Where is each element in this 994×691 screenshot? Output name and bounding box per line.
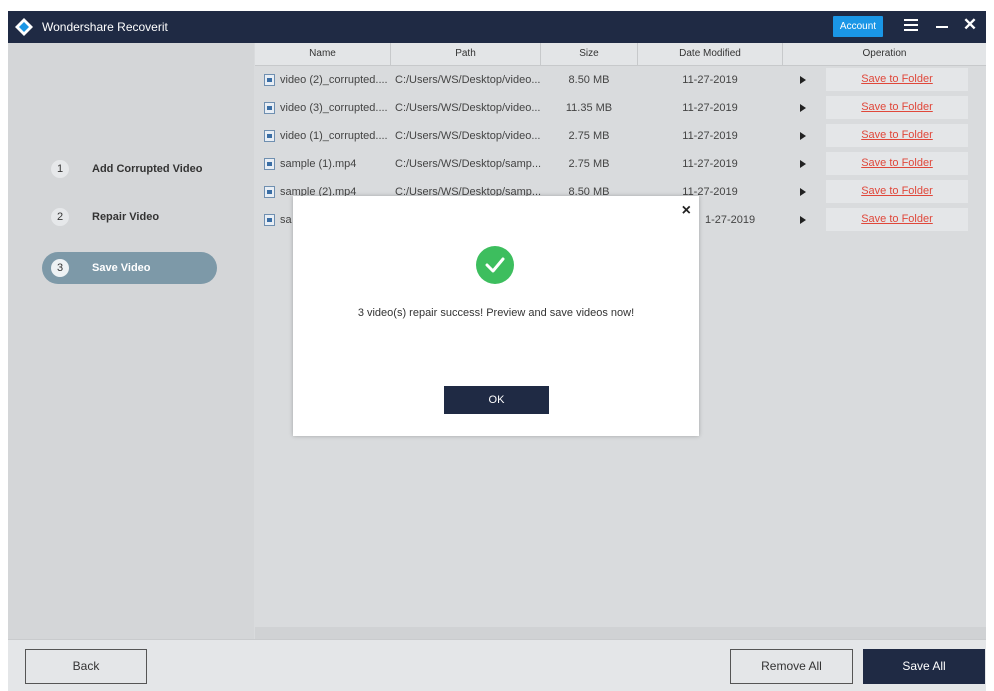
app-title: Wondershare Recoverit (42, 20, 168, 34)
steps-sidebar: 1 Add Corrupted Video 2 Repair Video 3 S… (8, 43, 254, 639)
step-number: 2 (51, 208, 69, 226)
file-path: C:/Users/WS/Desktop/video... (395, 130, 541, 142)
save-to-folder-link[interactable]: Save to Folder (826, 68, 968, 91)
file-date: 11-27-2019 (682, 158, 738, 170)
repair-success-dialog: × 3 video(s) repair success! Preview and… (293, 196, 699, 436)
horizontal-scrollbar[interactable] (255, 627, 986, 639)
file-size: 2.75 MB (568, 158, 610, 170)
column-header-size[interactable]: Size (541, 43, 638, 65)
minimize-icon[interactable] (936, 26, 948, 28)
save-to-folder-link[interactable]: Save to Folder (826, 208, 968, 231)
file-name: video (3)_corrupted.... (280, 102, 388, 114)
title-bar: Wondershare Recoverit Account ✕ (8, 11, 986, 43)
step-label: Save Video (92, 262, 151, 274)
table-header: Name Path Size Date Modified Operation (255, 43, 986, 66)
file-path: C:/Users/WS/Desktop/video... (395, 102, 541, 114)
save-to-folder-link[interactable]: Save to Folder (826, 152, 968, 175)
check-circle-icon (476, 246, 514, 284)
table-row[interactable]: video (3)_corrupted.... C:/Users/WS/Desk… (255, 94, 986, 122)
video-file-icon (264, 186, 275, 198)
column-header-operation: Operation (862, 48, 907, 59)
play-icon[interactable] (800, 104, 806, 112)
account-button[interactable]: Account (833, 16, 883, 37)
app-logo-icon (15, 18, 33, 36)
play-icon[interactable] (800, 216, 806, 224)
dialog-message: 3 video(s) repair success! Preview and s… (357, 307, 635, 319)
step-repair-video: 2 Repair Video (42, 201, 217, 233)
video-file-icon (264, 214, 275, 226)
step-label: Add Corrupted Video (92, 163, 203, 175)
dialog-close-icon[interactable]: × (682, 202, 691, 220)
video-file-icon (264, 130, 275, 142)
save-to-folder-link[interactable]: Save to Folder (826, 124, 968, 147)
step-save-video: 3 Save Video (42, 252, 217, 284)
table-row[interactable]: video (1)_corrupted.... C:/Users/WS/Desk… (255, 122, 986, 150)
file-path: C:/Users/WS/Desktop/video... (395, 74, 541, 86)
column-header-name[interactable]: Name (255, 43, 391, 65)
save-to-folder-link[interactable]: Save to Folder (826, 180, 968, 203)
file-date: 11-27-2019 (682, 74, 738, 86)
video-file-icon (264, 102, 275, 114)
step-number: 3 (51, 259, 69, 277)
file-name: sample (1).mp4 (280, 158, 357, 170)
back-button[interactable]: Back (25, 649, 147, 684)
play-icon[interactable] (800, 188, 806, 196)
step-label: Repair Video (92, 211, 160, 223)
video-file-icon (264, 74, 275, 86)
play-icon[interactable] (800, 132, 806, 140)
ok-button[interactable]: OK (444, 386, 549, 414)
step-add-corrupted-video: 1 Add Corrupted Video (42, 153, 217, 185)
close-icon[interactable]: ✕ (962, 16, 978, 33)
file-date: 11-27-2019 (682, 130, 738, 142)
file-path: C:/Users/WS/Desktop/samp... (395, 158, 542, 170)
menu-icon[interactable] (904, 19, 918, 33)
save-to-folder-link[interactable]: Save to Folder (826, 96, 968, 119)
play-icon[interactable] (800, 76, 806, 84)
file-date: 1-27-2019 (705, 214, 756, 226)
column-header-date[interactable]: Date Modified (638, 43, 783, 65)
table-row[interactable]: video (2)_corrupted.... C:/Users/WS/Desk… (255, 66, 986, 94)
save-all-button[interactable]: Save All (863, 649, 985, 684)
file-size: 8.50 MB (568, 74, 610, 86)
step-number: 1 (51, 160, 69, 178)
file-name: video (2)_corrupted.... (280, 74, 388, 86)
column-header-path[interactable]: Path (391, 43, 541, 65)
file-name: video (1)_corrupted.... (280, 130, 388, 142)
remove-all-button[interactable]: Remove All (730, 649, 853, 684)
file-size: 11.35 MB (565, 102, 613, 114)
video-file-icon (264, 158, 275, 170)
file-size: 2.75 MB (568, 130, 610, 142)
table-row[interactable]: sample (1).mp4 C:/Users/WS/Desktop/samp.… (255, 150, 986, 178)
play-icon[interactable] (800, 160, 806, 168)
file-date: 11-27-2019 (682, 102, 738, 114)
footer-bar: Back Remove All Save All (8, 639, 986, 691)
